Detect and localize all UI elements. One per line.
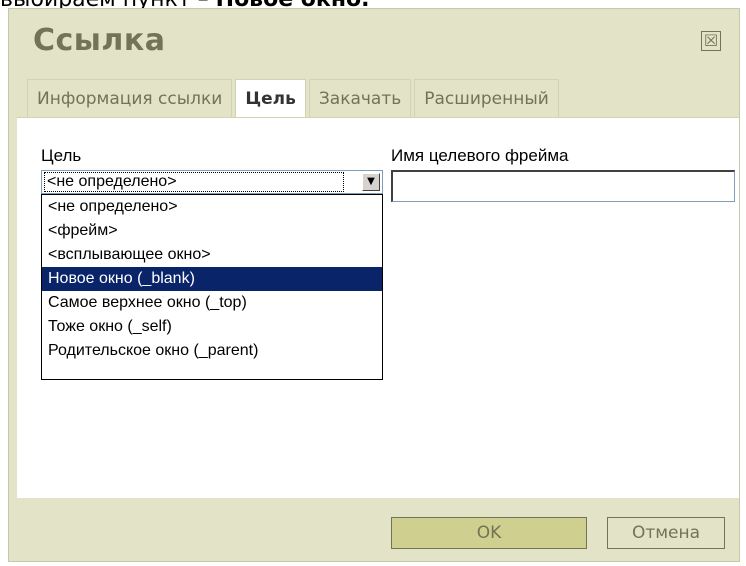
target-label: Цель xyxy=(41,146,82,165)
option-parent-window[interactable]: Родительское окно (_parent) xyxy=(42,339,382,363)
close-icon[interactable]: ☒ xyxy=(701,31,721,51)
option-undefined[interactable]: <не определено> xyxy=(42,195,382,219)
option-same-window[interactable]: Тоже окно (_self) xyxy=(42,315,382,339)
tab-panel: Цель Имя целевого фрейма <не определено>… xyxy=(17,117,739,498)
frame-name-input[interactable] xyxy=(391,170,735,202)
option-frame[interactable]: <фрейм> xyxy=(42,219,382,243)
option-new-window[interactable]: Новое окно (_blank) xyxy=(42,267,382,291)
option-top-window[interactable]: Самое верхнее окно (_top) xyxy=(42,291,382,315)
dialog-title: Ссылка xyxy=(33,23,166,58)
ok-button[interactable]: OK xyxy=(391,517,587,549)
cancel-button[interactable]: Отмена xyxy=(607,517,725,549)
tab-advanced[interactable]: Расширенный xyxy=(414,79,559,117)
target-dropdown-list: <не определено> <фрейм> <всплывающее окн… xyxy=(41,194,383,380)
tab-bar: Информация ссылки Цель Закачать Расширен… xyxy=(27,79,562,117)
tab-target[interactable]: Цель xyxy=(235,79,306,117)
target-select[interactable]: <не определено> ▼ xyxy=(41,170,383,194)
link-dialog: Ссылка ☒ Информация ссылки Цель Закачать… xyxy=(8,8,740,562)
frame-name-label: Имя целевого фрейма xyxy=(391,146,569,165)
option-popup[interactable]: <всплывающее окно> xyxy=(42,243,382,267)
tab-link-info[interactable]: Информация ссылки xyxy=(27,79,233,117)
target-select-value: <не определено> xyxy=(44,172,344,192)
tab-upload[interactable]: Закачать xyxy=(308,79,412,117)
chevron-down-icon[interactable]: ▼ xyxy=(362,173,380,191)
